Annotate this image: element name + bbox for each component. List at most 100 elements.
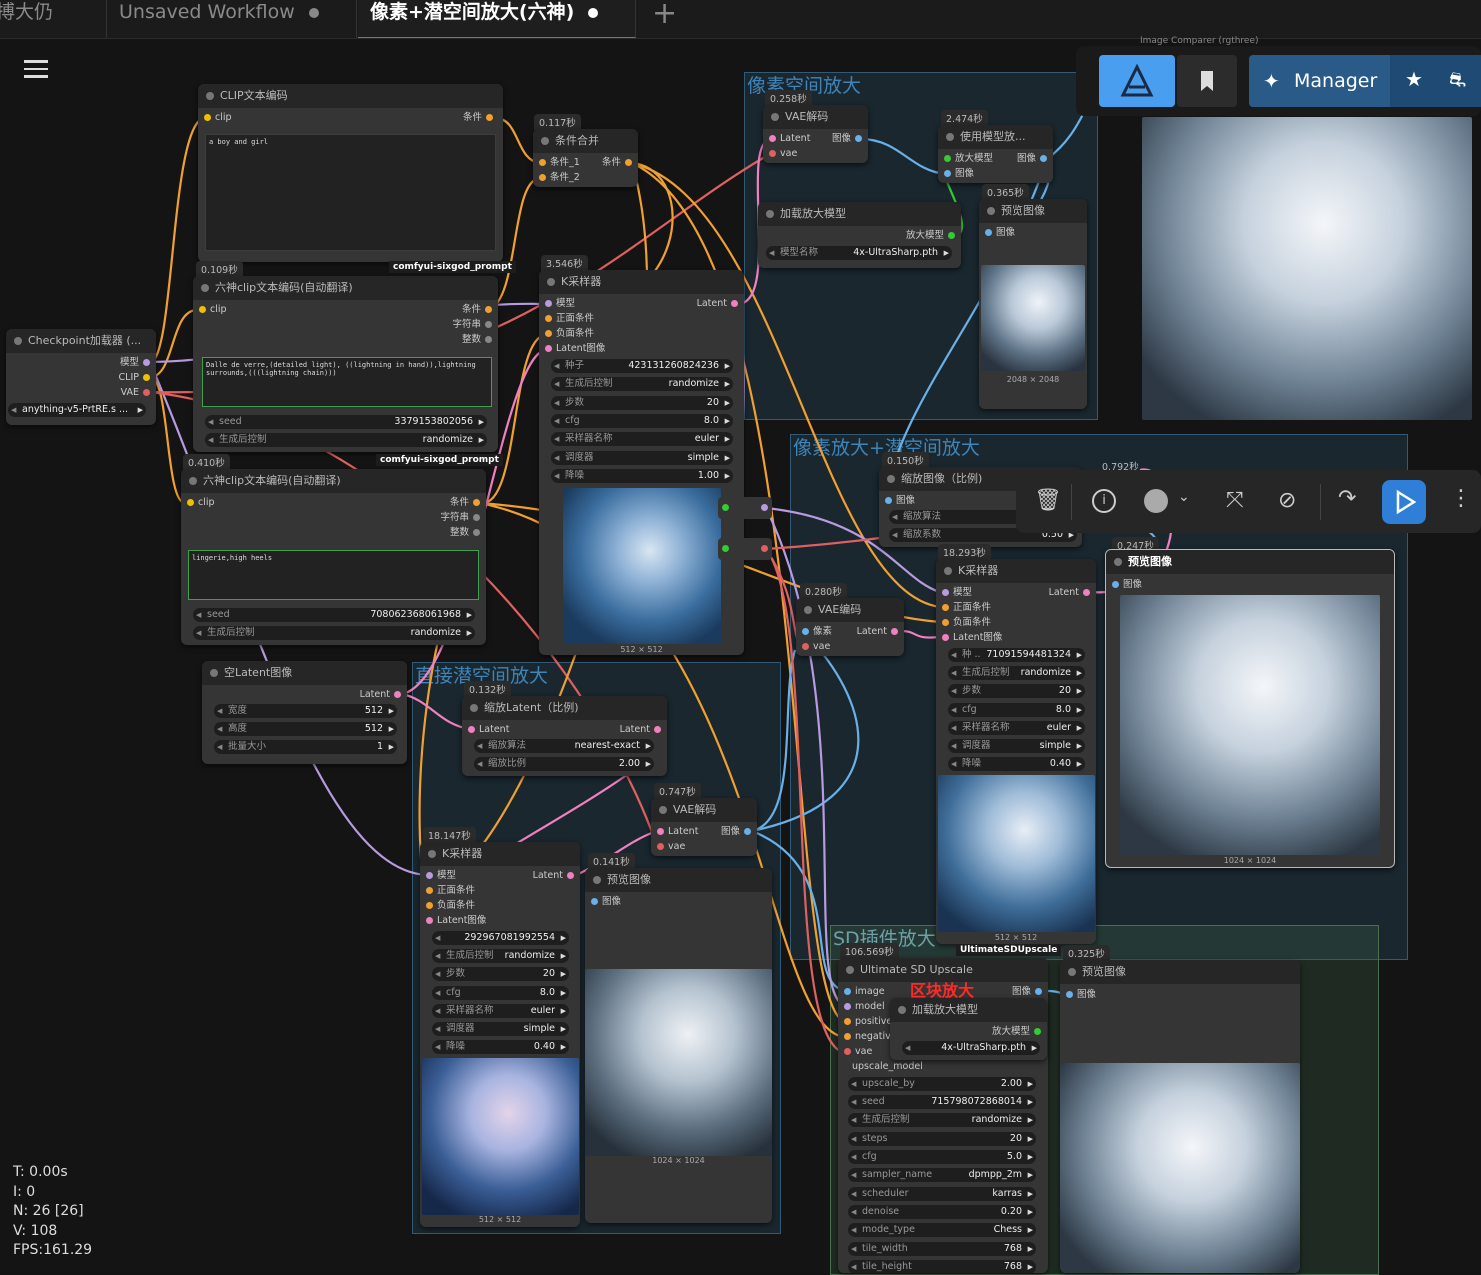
- output-latent: Latent: [619, 724, 650, 735]
- usd-widget[interactable]: tile_height768: [848, 1260, 1036, 1273]
- ks-widget[interactable]: 步数20: [551, 396, 733, 410]
- width-widget[interactable]: 宽度512: [214, 704, 397, 718]
- node-vae-decode-1[interactable]: VAE解码 Latent vae 图像: [763, 105, 868, 163]
- ks-widget[interactable]: cfg8.0: [551, 414, 733, 428]
- prompt-textarea[interactable]: lingerie,high heels: [188, 550, 479, 600]
- prompt-textarea[interactable]: a boy and girl: [205, 134, 496, 251]
- image-size-caption: 512 × 512: [478, 1215, 522, 1224]
- usd-widget[interactable]: tile_width768: [848, 1242, 1036, 1256]
- run-button[interactable]: [1382, 480, 1426, 524]
- usd-widget[interactable]: 生成后控制randomize: [848, 1113, 1036, 1127]
- node-condition-merge[interactable]: 条件合并 条件_1 条件_2 条件: [533, 129, 638, 187]
- trash-icon[interactable]: 🗑: [1034, 488, 1062, 513]
- bypass-icon[interactable]: ⊘: [1278, 488, 1296, 513]
- usd-widget[interactable]: mode_typeChess: [848, 1223, 1036, 1237]
- ks-widget[interactable]: 降噪0.40: [948, 757, 1085, 771]
- menu-icon[interactable]: [24, 60, 48, 78]
- node-load-upscale-model-2[interactable]: 加载放大模型 放大模型 4x-UltraSharp.pth: [890, 998, 1047, 1060]
- usd-widget[interactable]: steps20: [848, 1132, 1036, 1146]
- ks-widget[interactable]: 生成后控制randomize: [432, 949, 569, 963]
- ks-widget[interactable]: cfg8.0: [948, 703, 1085, 717]
- add-tab-icon[interactable]: +: [652, 0, 677, 31]
- input-latent: Latent: [668, 826, 699, 837]
- star-icon[interactable]: ★: [1405, 67, 1423, 91]
- input-positive: 正面条件: [953, 602, 992, 613]
- control-widget[interactable]: 生成后控制randomize: [205, 433, 487, 447]
- manager-button[interactable]: ✦ Manager ★ ⛐: [1249, 55, 1481, 107]
- ks-widget[interactable]: 采样器名称euler: [551, 432, 733, 446]
- ks-widget[interactable]: 调度器simple: [551, 451, 733, 465]
- redo-icon[interactable]: ↷: [1338, 486, 1356, 511]
- node-ksampler-3[interactable]: K采样器 模型 正面条件 负面条件 Latent图像 Latent 292967…: [420, 842, 580, 1227]
- usd-widget[interactable]: cfg5.0: [848, 1150, 1036, 1164]
- stat-fps: FPS:161.29: [13, 1242, 93, 1258]
- tab-unsaved-workflow[interactable]: Unsaved Workflow: [107, 0, 357, 38]
- usd-widget[interactable]: schedulerkarras: [848, 1187, 1036, 1201]
- ks-widget[interactable]: 种 ..710915944813​24: [948, 648, 1085, 662]
- node-preview-image-4[interactable]: 预览图像 图像: [1060, 960, 1300, 1273]
- ks-widget[interactable]: 292967081992554: [432, 931, 569, 945]
- input-model: 模型: [556, 298, 576, 309]
- node-preview-image-big[interactable]: 预览图像 图像 1024 × 1024: [1105, 549, 1395, 868]
- output-condition: 条件: [449, 497, 469, 508]
- input-vae: vae: [780, 148, 798, 159]
- ks-widget[interactable]: 步数20: [948, 684, 1085, 698]
- scale-ratio-widget[interactable]: 缩放比例2.00: [474, 757, 654, 771]
- ks-widget[interactable]: 调度器simple: [432, 1022, 569, 1036]
- usd-widget[interactable]: denoise0.20: [848, 1205, 1036, 1219]
- ks-widget[interactable]: 降噪1.00: [551, 469, 733, 483]
- ks-widget[interactable]: 降噪0.40: [432, 1040, 569, 1054]
- node-scale-latent[interactable]: 缩放Latent（比例) Latent Latent 缩放算法nearest-e…: [462, 696, 667, 776]
- comfy-logo-button[interactable]: [1099, 55, 1175, 107]
- height-widget[interactable]: 高度512: [214, 722, 397, 736]
- usd-widget[interactable]: upscale_by2.00: [848, 1077, 1036, 1091]
- ckpt-name-widget[interactable]: anything-v5-PrtRE.s ...: [8, 403, 146, 417]
- color-picker-icon[interactable]: [1144, 489, 1168, 513]
- seed-widget[interactable]: seed3379153802056: [205, 415, 487, 429]
- model-name-widget[interactable]: 4x-UltraSharp.pth: [902, 1041, 1040, 1055]
- input-image: 图像: [602, 896, 622, 907]
- node-preview-image-3[interactable]: 预览图像 图像 1024 × 1024: [585, 868, 772, 1223]
- node-vae-decode-2[interactable]: VAE解码 Latent vae 图像: [651, 798, 757, 856]
- node-preview-image-1[interactable]: 预览图像 图像 2048 × 2048: [979, 199, 1087, 409]
- control-widget[interactable]: 生成后控制randomize: [193, 626, 475, 640]
- usd-widget[interactable]: seed715798072868014: [848, 1095, 1036, 1109]
- bookmark-button[interactable]: [1177, 55, 1237, 107]
- node-load-upscale-model[interactable]: 加载放大模型 放大模型 模型名称4x-UltraSharp.pth: [758, 202, 961, 268]
- more-options-icon[interactable]: ⋮: [1450, 486, 1472, 511]
- usd-widget[interactable]: sampler_namedpmpp_2m: [848, 1168, 1036, 1182]
- reroute-model[interactable]: [718, 497, 772, 519]
- scale-method-widget[interactable]: 缩放算法nearest-exact: [474, 739, 654, 753]
- seed-widget[interactable]: seed708062368061968: [193, 608, 475, 622]
- chevron-down-icon[interactable]: ⌄: [1178, 489, 1190, 505]
- ks-widget[interactable]: 调度器simple: [948, 739, 1085, 753]
- ks-widget[interactable]: 种子423131260824236: [551, 359, 733, 373]
- info-icon[interactable]: i: [1092, 489, 1116, 513]
- node-vae-encode[interactable]: VAE编码 像素 vae Latent: [796, 598, 904, 656]
- tab-active-workflow[interactable]: 像素+潜空间放大(六神): [358, 0, 636, 38]
- ks-widget[interactable]: 采样器名称euler: [948, 721, 1085, 735]
- reroute-vae[interactable]: [718, 538, 772, 560]
- node-clip-text-encode[interactable]: CLIP文本编码 clip 条件 a boy and girl: [198, 84, 503, 262]
- ks-widget[interactable]: 采样器名称euler: [432, 1004, 569, 1018]
- collapse-icon[interactable]: ⤧: [1226, 488, 1244, 513]
- ks-widget[interactable]: 生成后控制randomize: [551, 377, 733, 391]
- batch-widget[interactable]: 批量大小1: [214, 740, 397, 754]
- node-sixgod-encode-2[interactable]: 六神clip文本编码(自动翻译) clip 条件 字符串 整数 lingerie…: [181, 469, 486, 645]
- tab-1[interactable]: 搏大仍: [0, 0, 107, 38]
- prompt-textarea[interactable]: Dalle de verre,(detailed light), ((light…: [202, 357, 492, 407]
- node-ksampler-1[interactable]: K采样器 模型 正面条件 负面条件 Latent图像 Latent 种子4231…: [539, 270, 744, 655]
- node-use-upscale-model[interactable]: 使用模型放... 放大模型 图像 图像: [938, 125, 1053, 183]
- ks-widget[interactable]: cfg8.0: [432, 986, 569, 1000]
- ks-widget[interactable]: 步数20: [432, 967, 569, 981]
- node-checkpoint-loader[interactable]: Checkpoint加载器 (... 模型 CLIP VAE anything-…: [6, 329, 156, 425]
- node-empty-latent[interactable]: 空Latent图像 Latent 宽度512 高度512 批量大小1: [202, 661, 407, 764]
- ks-widget[interactable]: 生成后控制randomize: [948, 666, 1085, 680]
- share-icon[interactable]: ⛐: [1449, 67, 1466, 94]
- node-ksampler-2[interactable]: K采样器 模型 正面条件 负面条件 Latent图像 Latent 种 ..71…: [936, 559, 1096, 944]
- image-size-caption: 2048 × 2048: [1006, 375, 1060, 384]
- model-name-widget[interactable]: 模型名称4x-UltraSharp.pth: [766, 246, 952, 260]
- input-vae: vae: [668, 841, 686, 852]
- node-sixgod-encode-1[interactable]: 六神clip文本编码(自动翻译) clip 条件 字符串 整数 Dalle de…: [193, 276, 498, 452]
- image-size-caption: 512 × 512: [994, 933, 1038, 942]
